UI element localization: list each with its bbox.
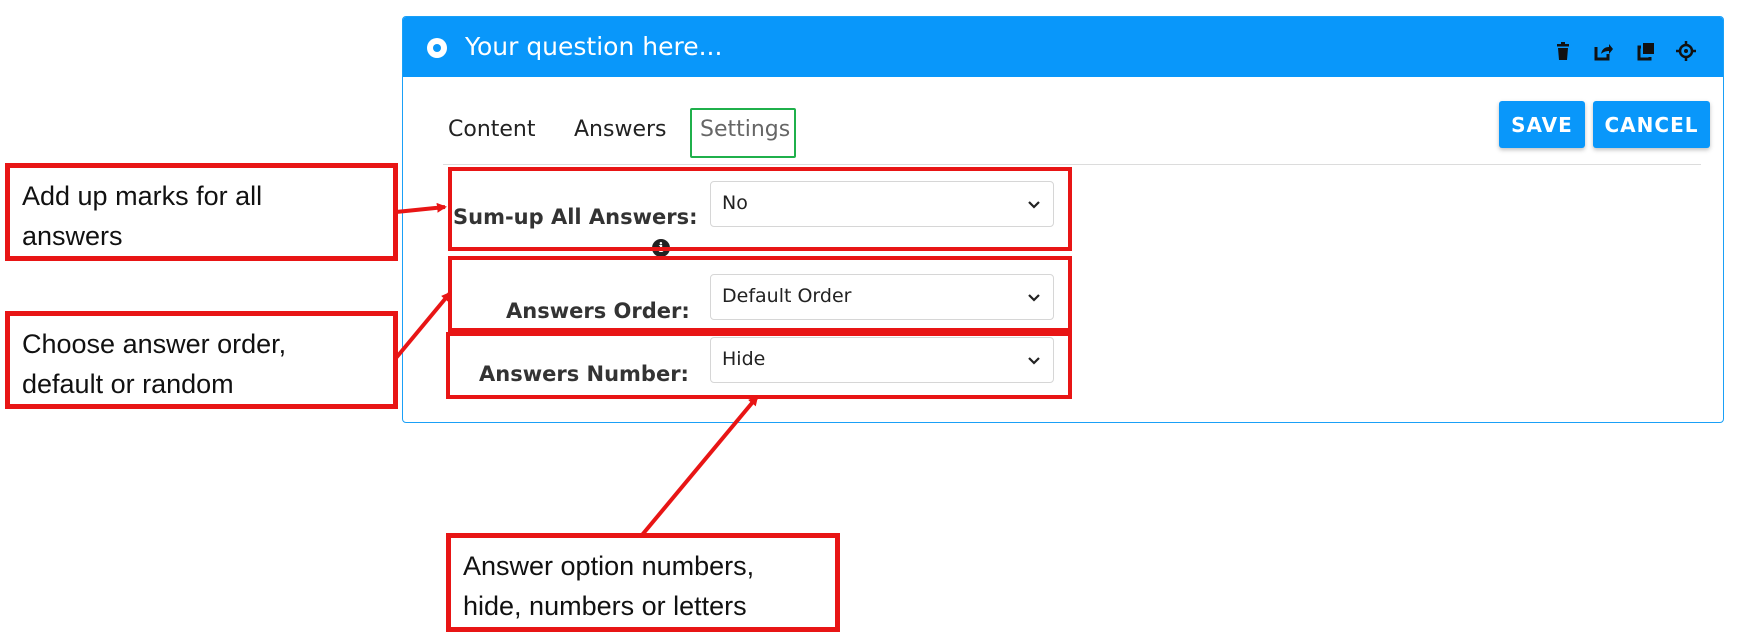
callout-number-line-2: hide, numbers or letters	[463, 591, 747, 621]
callout-order-line-1: Choose answer order,	[22, 329, 287, 359]
callout-answers-order: Choose answer order, default or random	[5, 311, 398, 409]
tab-settings[interactable]: Settings	[700, 117, 790, 142]
callout-order-line-2: default or random	[22, 369, 234, 399]
save-button[interactable]: SAVE	[1499, 101, 1585, 148]
answers-order-highlight	[448, 256, 1072, 332]
callout-answers-number: Answer option numbers, hide, numbers or …	[446, 533, 840, 632]
trash-icon[interactable]	[1553, 41, 1573, 61]
callout-sum-up: Add up marks for all answers	[5, 163, 398, 261]
duplicate-icon[interactable]	[1636, 41, 1656, 61]
sum-up-highlight	[448, 167, 1072, 251]
answers-number-highlight	[446, 332, 1072, 399]
callout-number-line-1: Answer option numbers,	[463, 551, 755, 581]
callout-sum-up-line-1: Add up marks for all	[22, 181, 263, 211]
question-header: Your question here...	[403, 17, 1723, 77]
question-title[interactable]: Your question here...	[465, 32, 722, 61]
radio-question-icon	[427, 38, 447, 58]
tabs-divider	[443, 164, 1701, 165]
share-icon[interactable]	[1594, 41, 1614, 61]
tab-content[interactable]: Content	[448, 117, 536, 142]
callout-sum-up-line-2: answers	[22, 221, 123, 251]
tab-answers[interactable]: Answers	[574, 117, 667, 142]
target-icon[interactable]	[1676, 41, 1696, 61]
cancel-button[interactable]: CANCEL	[1593, 101, 1710, 148]
